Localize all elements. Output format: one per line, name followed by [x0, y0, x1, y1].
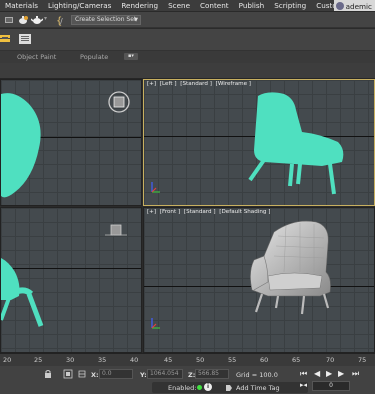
timeline-tick: 60	[260, 356, 269, 364]
y-coord-label: Y:	[140, 371, 147, 379]
info-icon[interactable]: i	[204, 383, 212, 391]
selection-set-label: Create Selection Set	[75, 16, 137, 23]
layer-manager-icon[interactable]	[0, 32, 14, 46]
ribbon-panel	[0, 63, 375, 79]
enabled-label: Enabled:	[168, 384, 197, 392]
current-frame-field[interactable]: 0	[312, 381, 350, 391]
absolute-mode-transform-icon[interactable]	[77, 369, 87, 379]
play-icon[interactable]: ▶	[326, 369, 332, 378]
timeline-tick: 55	[228, 356, 237, 364]
teapot-render-setup-icon[interactable]	[17, 14, 29, 26]
timeline-tick: 30	[66, 356, 75, 364]
timeline-tick: 75	[358, 356, 367, 364]
snap-icon[interactable]	[3, 14, 15, 26]
y-coord-field[interactable]: 1064.054	[147, 369, 183, 379]
menu-bar: Materials Lighting/Cameras Rendering Sce…	[0, 0, 375, 12]
user-account-button[interactable]: ademic	[333, 0, 375, 11]
x-coord-field[interactable]: 0.0	[99, 369, 133, 379]
time-tag-bar: Enabled: i Add Time Tag	[152, 382, 308, 393]
timeline-ruler[interactable]: 20 25 30 35 40 45 50 55 60 65 70 75	[0, 353, 375, 366]
viewcube-icon[interactable]	[107, 90, 131, 114]
menu-scene[interactable]: Scene	[163, 0, 195, 11]
menu-content[interactable]: Content	[195, 0, 234, 11]
timeline-tick: 45	[164, 356, 173, 364]
axis-tripod-icon	[151, 318, 160, 329]
chair-front-shaded-view	[250, 220, 331, 315]
viewport-front[interactable]: [+] [Front ] [Standard ] [Default Shadin…	[143, 207, 375, 353]
timeline-tick: 70	[326, 356, 335, 364]
viewport-left[interactable]: [+] [Left ] [Standard ] [Wireframe ]	[143, 79, 375, 206]
add-time-tag-button[interactable]: Add Time Tag	[236, 384, 280, 392]
viewport-perspective[interactable]	[0, 207, 142, 353]
timeline-tick: 40	[130, 356, 139, 364]
selection-set-dropdown[interactable]: Create Selection Set ▼	[71, 15, 141, 25]
viewport-top[interactable]	[0, 79, 142, 206]
main-toolbar: ▾ {/ Create Selection Set ▼	[0, 12, 375, 28]
menu-lighting-cameras[interactable]: Lighting/Cameras	[43, 0, 116, 11]
go-to-start-icon[interactable]: ⏮	[300, 369, 307, 379]
tab-object-paint[interactable]: Object Paint	[17, 53, 56, 61]
x-coord-label: X:	[91, 371, 99, 379]
enabled-toggle[interactable]	[197, 385, 202, 390]
next-frame-icon[interactable]: ▶	[338, 369, 344, 378]
ribbon-toggle-button[interactable]: ▪▾	[124, 53, 138, 60]
previous-frame-icon[interactable]: ◀	[314, 369, 320, 378]
z-coord-field[interactable]: 566.85	[195, 369, 229, 379]
secondary-toolbar	[0, 29, 375, 51]
menu-materials[interactable]: Materials	[0, 0, 43, 11]
timeline-tick: 65	[292, 356, 301, 364]
chevron-down-icon: ▼	[134, 17, 138, 23]
axis-tripod-icon	[151, 182, 160, 193]
menu-publish[interactable]: Publish	[234, 0, 270, 11]
teapot-render-icon[interactable]	[31, 14, 43, 26]
timeline-tick: 25	[34, 356, 43, 364]
isolate-selection-icon[interactable]	[63, 369, 73, 379]
chair-side-view	[248, 92, 344, 195]
status-bar: X: 0.0 Y: 1064.054 Z: 566.85 Grid = 100.…	[0, 366, 375, 394]
menu-rendering[interactable]: Rendering	[116, 0, 163, 11]
viewcube-small-icon[interactable]	[105, 223, 127, 239]
timeline-tick: 50	[196, 356, 205, 364]
user-icon	[335, 2, 344, 10]
dropdown-arrow-icon[interactable]: ▾	[44, 15, 47, 22]
time-tag-icon[interactable]	[225, 384, 233, 392]
svg-text:/: /	[60, 17, 63, 26]
grid-size-text: Grid = 100.0	[236, 371, 278, 379]
edit-named-selection-icon[interactable]: {/	[55, 14, 67, 26]
lock-selection-icon[interactable]	[43, 369, 53, 379]
go-to-end-icon[interactable]: ⏭	[352, 369, 359, 379]
tab-populate[interactable]: Populate	[80, 53, 108, 61]
scene-explorer-icon[interactable]	[18, 32, 32, 46]
timeline-tick: 20	[3, 356, 12, 364]
ribbon-tabs: Object Paint Populate ▪▾	[0, 51, 375, 63]
timeline-tick: 35	[98, 356, 107, 364]
menu-scripting[interactable]: Scripting	[269, 0, 311, 11]
key-mode-toggle-icon[interactable]: ▸◂	[300, 381, 307, 389]
user-name: ademic	[345, 1, 372, 11]
